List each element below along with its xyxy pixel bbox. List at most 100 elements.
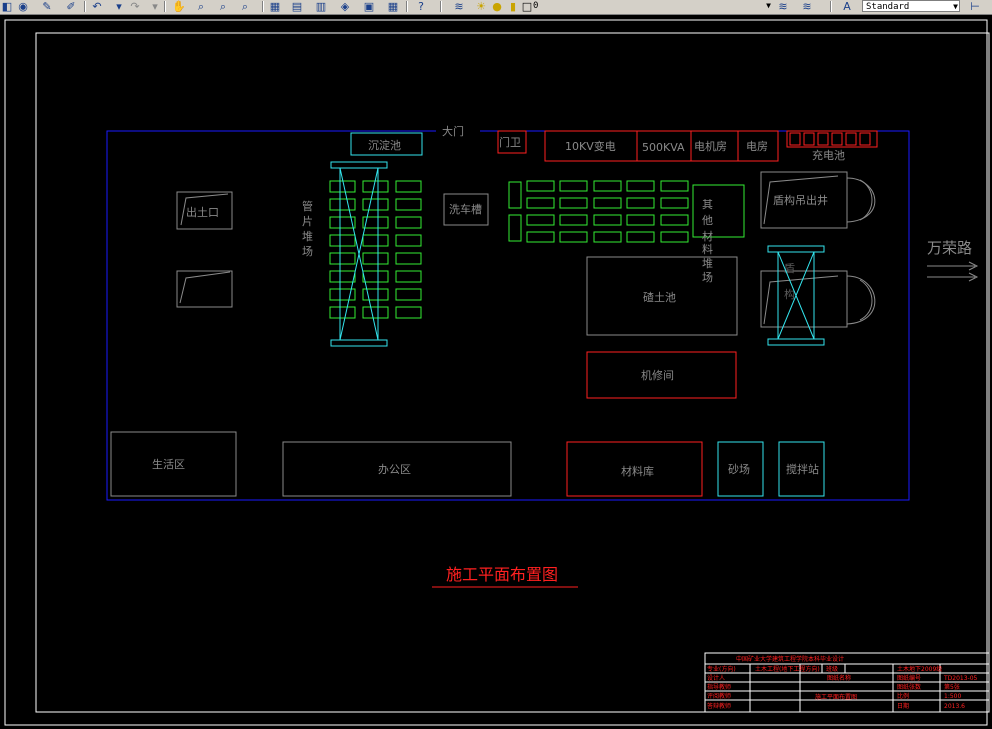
text-style-select[interactable]: Standard ▼	[862, 0, 960, 12]
storage-cell	[626, 214, 655, 226]
tool-palettes-icon[interactable]: ▥	[314, 0, 328, 13]
segment-yard-label: 管 片 堆 场	[302, 199, 317, 258]
other-materials-yard	[692, 184, 745, 238]
segment-stack	[362, 270, 389, 283]
car-wash-label: 洗车槽	[449, 202, 482, 216]
tb-r3c: 图纸编号	[897, 674, 921, 682]
segment-stack	[395, 180, 422, 193]
calculator-icon[interactable]: ▦	[386, 0, 400, 13]
storage-cell	[626, 180, 655, 192]
tb-r3b: 图纸名称	[827, 674, 851, 682]
tb-r5c: 1:500	[944, 693, 961, 700]
chevron-down-icon: ▼	[953, 2, 958, 11]
chevron-down-icon: ▼	[766, 1, 771, 10]
markup-icon[interactable]: ▣	[362, 0, 376, 13]
storage-cell	[626, 231, 655, 243]
redo-dropdown-icon[interactable]: ▾	[148, 0, 162, 13]
storage-cell	[626, 197, 655, 209]
save-icon[interactable]: ◉	[16, 0, 30, 13]
layer-on-icon[interactable]: ☀	[474, 0, 488, 13]
segment-stack	[395, 216, 422, 229]
site-boundary	[106, 130, 910, 501]
storage-cell	[593, 231, 622, 243]
exit-label: 出土口	[186, 205, 219, 219]
guard-label: 门卫	[499, 135, 521, 149]
design-center-icon[interactable]: ▤	[290, 0, 304, 13]
layer-select[interactable]: 0 ▼	[530, 0, 772, 12]
layer-freeze-icon[interactable]: ●	[490, 0, 504, 13]
cad-toolbar: ◧ ◉ ✎ ✐ ↶ ▾ ↷ ▾ ✋ ⌕ ⌕ ⌕ ▦ ▤ ▥ ◈ ▣ ▦ ? ≋ …	[0, 0, 992, 15]
road-arrows	[927, 261, 979, 282]
undo-icon[interactable]: ↶	[90, 0, 104, 13]
storage-cell	[508, 181, 522, 209]
living-area-label: 生活区	[152, 457, 185, 471]
kva-label: 500KVA	[642, 141, 685, 154]
match-properties-icon[interactable]: ✐	[64, 0, 78, 13]
tb-r4c: 图纸张数	[897, 683, 921, 691]
repair-shop-label: 机修间	[641, 368, 674, 382]
material-store-label: 材料库	[621, 464, 654, 478]
storage-cell	[508, 214, 522, 242]
drawing-svg: .w { fill:none; stroke:#ffffff; stroke-w…	[4, 19, 990, 726]
layer-lock-icon[interactable]: ▮	[506, 0, 520, 13]
drawing-canvas[interactable]: .w { fill:none; stroke:#ffffff; stroke-w…	[0, 15, 992, 729]
storage-cell	[660, 180, 689, 192]
transformer-label: 10KV变电	[565, 139, 616, 153]
sand-yard-label: 砂场	[728, 462, 750, 476]
help-icon[interactable]: ?	[414, 0, 428, 13]
storage-cell	[559, 180, 588, 192]
zoom-previous-icon[interactable]: ⌕	[238, 0, 252, 13]
segment-stack	[395, 234, 422, 247]
segment-stack	[329, 180, 356, 193]
segment-yard-char-1: 管	[302, 199, 313, 213]
segment-stack	[395, 288, 422, 301]
charging-pool	[786, 130, 878, 148]
segment-yard-char-4: 场	[302, 244, 313, 258]
segment-yard	[329, 161, 422, 347]
generator-label: 电机房	[694, 139, 727, 153]
tb-r2b: 土木工程(地下工程方向)	[755, 665, 820, 673]
undo-dropdown-icon[interactable]: ▾	[112, 0, 126, 13]
gate-label: 大门	[442, 124, 464, 138]
tb-r4b: 施工平面布置图	[815, 693, 857, 701]
storage-cell	[526, 197, 555, 209]
layer-manager-icon[interactable]: ≋	[452, 0, 466, 13]
charging-pool-label: 充电池	[812, 148, 845, 162]
tb-r3a: 设计人	[707, 674, 725, 682]
segment-stack	[395, 270, 422, 283]
segment-yard-char-3: 堆	[302, 230, 313, 243]
segment-stack	[329, 306, 356, 319]
zoom-realtime-icon[interactable]: ⌕	[194, 0, 208, 13]
layer-previous-icon[interactable]: ≋	[800, 0, 814, 13]
segment-stack	[362, 180, 389, 193]
zoom-window-icon[interactable]: ⌕	[216, 0, 230, 13]
muck-pit-label: 碴土池	[643, 290, 676, 304]
storage-cell	[559, 231, 588, 243]
segment-stack	[329, 252, 356, 265]
electric-room-label: 电房	[746, 140, 768, 153]
tb-r5a: 评阅教师	[707, 692, 731, 700]
segment-stack	[395, 306, 422, 319]
gantry-top	[330, 161, 388, 169]
storage-cell	[526, 214, 555, 226]
pan-icon[interactable]: ✋	[172, 0, 186, 13]
dim-style-icon[interactable]: ⊢	[968, 0, 982, 13]
outer-frame	[4, 19, 988, 726]
segment-stack	[362, 306, 389, 319]
pencil-icon[interactable]: ✎	[40, 0, 54, 13]
text-style-icon[interactable]: A	[840, 0, 854, 13]
tb-r2c: 班级	[826, 665, 838, 673]
shaft-gantry	[767, 245, 825, 346]
storage-cell	[593, 180, 622, 192]
segment-stack	[362, 252, 389, 265]
layer-value: 0	[533, 1, 539, 11]
redo-icon[interactable]: ↷	[128, 0, 142, 13]
open-icon[interactable]: ◧	[0, 0, 14, 13]
make-current-icon[interactable]: ≋	[776, 0, 790, 13]
segment-stack	[329, 198, 356, 211]
sedimentation-tank-label: 沉淀池	[368, 138, 401, 152]
tb-r3d: TD2013-05	[943, 675, 978, 682]
other-materials-label: 其 他 材 料 堆 场	[702, 198, 717, 284]
sheet-set-icon[interactable]: ◈	[338, 0, 352, 13]
properties-icon[interactable]: ▦	[268, 0, 282, 13]
